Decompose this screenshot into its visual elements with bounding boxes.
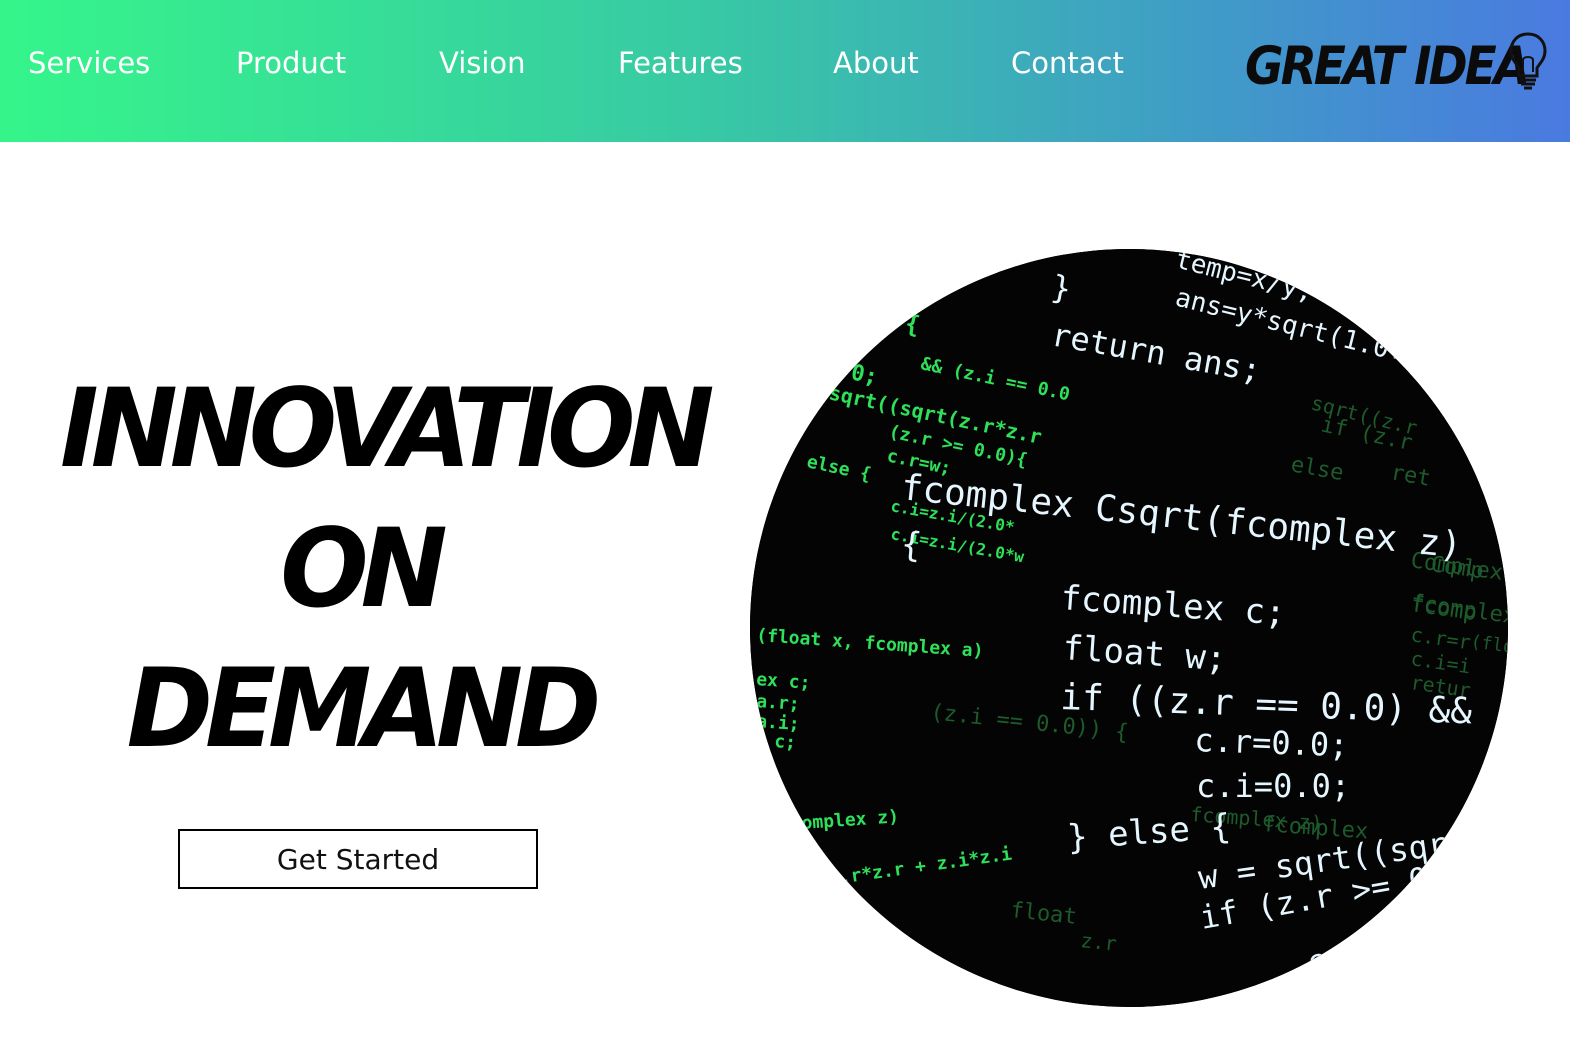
brand-logo-text: GREAT IDEA (1245, 36, 1530, 98)
top-navbar: Services Product Vision Features About C… (0, 0, 1570, 142)
brand-logo[interactable]: GREAT IDEA (1245, 28, 1555, 100)
code-text-green: ex c; (756, 669, 812, 694)
nav-link-about[interactable]: About (833, 46, 919, 80)
nav-link-contact[interactable]: Contact (1011, 46, 1124, 80)
hero-code-image: fcomplex (z.i == 0.0)) {fcomp c.r=r c.i=i re… (750, 249, 1508, 1007)
nav-link-product[interactable]: Product (236, 46, 346, 80)
hero-title-line-2: ON (280, 503, 447, 633)
nav-link-features[interactable]: Features (618, 46, 743, 80)
code-text-line: c.i=0.0; (1196, 767, 1350, 805)
hero-title: INNOVATION ON DEMAND (60, 358, 715, 778)
code-image-canvas: fcomplex(z.i == 0.0)) {fcompc.r=rc.i=ire… (750, 249, 1508, 1007)
code-text-line: c.r=0.0; (1194, 721, 1349, 764)
get-started-button[interactable]: Get Started (178, 829, 538, 889)
code-text-line: { (899, 524, 924, 566)
hero-title-line-1: INNOVATION (60, 363, 715, 493)
hero-title-line-3: DEMAND (126, 643, 602, 773)
code-text-dim: z.r (1079, 928, 1117, 956)
nav-link-services[interactable]: Services (28, 46, 150, 80)
code-text-green: c; (774, 731, 797, 753)
nav-link-vision[interactable]: Vision (439, 46, 526, 80)
lightbulb-icon (1507, 30, 1549, 94)
